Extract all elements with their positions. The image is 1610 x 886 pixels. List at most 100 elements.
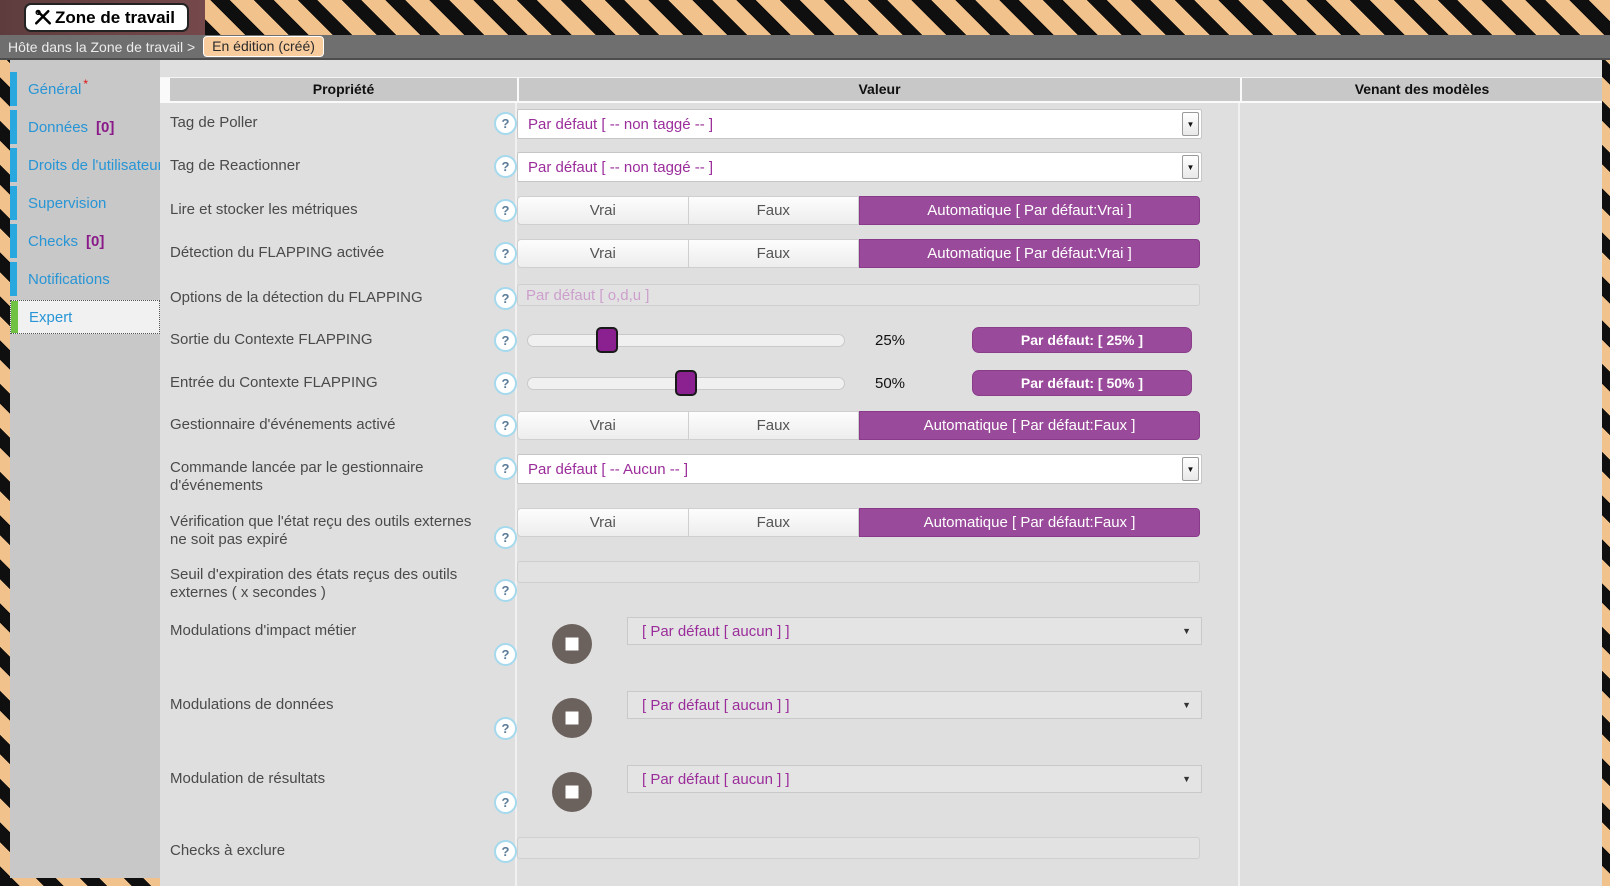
property-cell: Options de la détection du FLAPPING ? (170, 284, 517, 310)
chevron-down-icon[interactable]: ▼ (1182, 155, 1199, 179)
business-impact-modulation-select[interactable]: [ Par défaut [ aucun ] ] ▼ (627, 617, 1202, 645)
checks-exclude-input[interactable] (517, 837, 1200, 859)
sidebar-item-expert[interactable]: Expert (10, 300, 160, 334)
faux-button[interactable]: Faux (689, 196, 860, 225)
column-header-propriete: Propriété (170, 78, 517, 101)
table-row-process-perf-data: Lire et stocker les métriques ? Vrai Fau… (160, 196, 1602, 225)
sidebar-item-general[interactable]: Général * (10, 72, 160, 106)
tristate-toggle: Vrai Faux Automatique [ Par défaut:Faux … (517, 508, 1200, 537)
value-cell: [ Par défaut [ aucun ] ] ▼ (517, 691, 1240, 738)
help-icon[interactable]: ? (494, 840, 517, 863)
table-row-event-handler-enabled: Gestionnaire d'événements activé ? Vrai … (160, 411, 1602, 440)
property-label: Lire et stocker les métriques (170, 196, 494, 219)
table-row-check-freshness: Vérification que l'état reçu des outils … (160, 508, 1602, 549)
tristate-toggle: Vrai Faux Automatique [ Par défaut:Faux … (517, 411, 1200, 440)
help-icon[interactable]: ? (494, 155, 517, 178)
help-icon[interactable]: ? (494, 526, 517, 549)
property-label: Entrée du Contexte FLAPPING (170, 369, 494, 392)
vrai-button[interactable]: Vrai (517, 239, 689, 268)
table-row-flap-detection-options: Options de la détection du FLAPPING ? (160, 284, 1602, 310)
event-handler-command-select[interactable]: Par défaut [ -- Aucun -- ] ▼ (517, 454, 1202, 484)
stop-button[interactable] (552, 698, 592, 738)
tab-color-bar (11, 301, 18, 333)
sidebar-item-donnees[interactable]: Données [0] (10, 110, 160, 144)
value-cell: Vrai Faux Automatique [ Par défaut:Faux … (517, 508, 1240, 537)
automatique-button[interactable]: Automatique [ Par défaut:Vrai ] (859, 239, 1200, 268)
help-icon[interactable]: ? (494, 579, 517, 602)
help-icon[interactable]: ? (494, 199, 517, 222)
slider-thumb[interactable] (596, 327, 618, 353)
tab-color-bar (10, 186, 17, 220)
default-value-button[interactable]: Par défaut: [ 25% ] (972, 327, 1192, 353)
table-row-freshness-threshold: Seuil d'expiration des états reçus des o… (160, 561, 1602, 602)
vrai-button[interactable]: Vrai (517, 411, 689, 440)
low-flap-slider[interactable] (527, 334, 845, 347)
faux-button[interactable]: Faux (689, 239, 860, 268)
table-row-checks-exclude: Checks à exclure ? (160, 837, 1602, 863)
help-icon[interactable]: ? (494, 414, 517, 437)
automatique-button[interactable]: Automatique [ Par défaut:Faux ] (859, 508, 1200, 537)
property-cell: Tag de Reactionner ? (170, 152, 517, 178)
property-cell: Entrée du Contexte FLAPPING ? (170, 369, 517, 395)
help-icon[interactable]: ? (494, 457, 517, 480)
automatique-button[interactable]: Automatique [ Par défaut:Vrai ] (859, 196, 1200, 225)
help-icon[interactable]: ? (494, 329, 517, 352)
value-cell: [ Par défaut [ aucun ] ] ▼ (517, 617, 1240, 664)
property-label: Modulations de données (170, 691, 494, 714)
automatique-button[interactable]: Automatique [ Par défaut:Faux ] (859, 411, 1200, 440)
stop-button[interactable] (552, 772, 592, 812)
chevron-down-icon: ▼ (1182, 700, 1191, 710)
property-cell: Seuil d'expiration des états reçus des o… (170, 561, 517, 602)
sidebar-item-notifications[interactable]: Notifications (10, 262, 160, 296)
chevron-down-icon[interactable]: ▼ (1182, 112, 1199, 136)
slider-value: 25% (875, 332, 930, 349)
property-cell: Modulations d'impact métier ? (170, 617, 517, 666)
help-icon[interactable]: ? (494, 112, 517, 135)
help-icon[interactable]: ? (494, 372, 517, 395)
faux-button[interactable]: Faux (689, 411, 860, 440)
modulation-row: [ Par défaut [ aucun ] ] ▼ (517, 765, 1240, 812)
sidebar-item-checks[interactable]: Checks [0] (10, 224, 160, 258)
value-cell (517, 837, 1240, 859)
default-value-button[interactable]: Par défaut: [ 50% ] (972, 370, 1192, 396)
faux-button[interactable]: Faux (689, 508, 860, 537)
property-label: Commande lancée par le gestionnaire d'év… (170, 454, 494, 495)
sidebar-item-supervision[interactable]: Supervision (10, 186, 160, 220)
workspace-button-label: Zone de travail (55, 8, 175, 28)
help-icon[interactable]: ? (494, 791, 517, 814)
stop-button[interactable] (552, 624, 592, 664)
property-label: Checks à exclure (170, 837, 494, 860)
poller-tag-select[interactable]: Par défaut [ -- non taggé -- ] ▼ (517, 109, 1202, 139)
selected-value: Par défaut [ -- Aucun -- ] (518, 461, 688, 478)
table-row-data-modulations: Modulations de données ? [ Par défaut [ … (160, 691, 1602, 740)
chevron-down-icon[interactable]: ▼ (1182, 457, 1199, 481)
banner-left-block: Zone de travail (0, 0, 205, 35)
value-cell (517, 284, 1240, 306)
property-label: Tag de Reactionner (170, 152, 494, 175)
reactionner-tag-select[interactable]: Par défaut [ -- non taggé -- ] ▼ (517, 152, 1202, 182)
help-icon[interactable]: ? (494, 287, 517, 310)
workspace-button[interactable]: Zone de travail (24, 3, 189, 32)
slider-thumb[interactable] (675, 370, 697, 396)
help-icon[interactable]: ? (494, 643, 517, 666)
table-row-tag-poller: Tag de Poller ? Par défaut [ -- non tagg… (160, 109, 1602, 139)
vrai-button[interactable]: Vrai (517, 196, 689, 225)
freshness-threshold-input[interactable] (517, 561, 1200, 583)
property-label: Seuil d'expiration des états reçus des o… (170, 561, 494, 602)
high-flap-slider[interactable] (527, 377, 845, 390)
data-modulation-select[interactable]: [ Par défaut [ aucun ] ] ▼ (627, 691, 1202, 719)
tab-color-bar (10, 148, 17, 182)
property-label: Options de la détection du FLAPPING (170, 284, 494, 307)
result-modulation-select[interactable]: [ Par défaut [ aucun ] ] ▼ (627, 765, 1202, 793)
help-icon[interactable]: ? (494, 717, 517, 740)
sidebar-item-label: Notifications (28, 271, 110, 288)
property-label: Vérification que l'état reçu des outils … (170, 508, 494, 549)
tab-color-bar (10, 72, 17, 106)
flap-options-input[interactable] (517, 284, 1200, 306)
sidebar-item-droits-utilisateur[interactable]: Droits de l'utilisateur (10, 148, 160, 182)
property-cell: Vérification que l'état reçu des outils … (170, 508, 517, 549)
help-icon[interactable]: ? (494, 242, 517, 265)
vrai-button[interactable]: Vrai (517, 508, 689, 537)
item-count-badge: [0] (96, 119, 114, 136)
value-cell: Par défaut [ -- non taggé -- ] ▼ (517, 109, 1240, 139)
